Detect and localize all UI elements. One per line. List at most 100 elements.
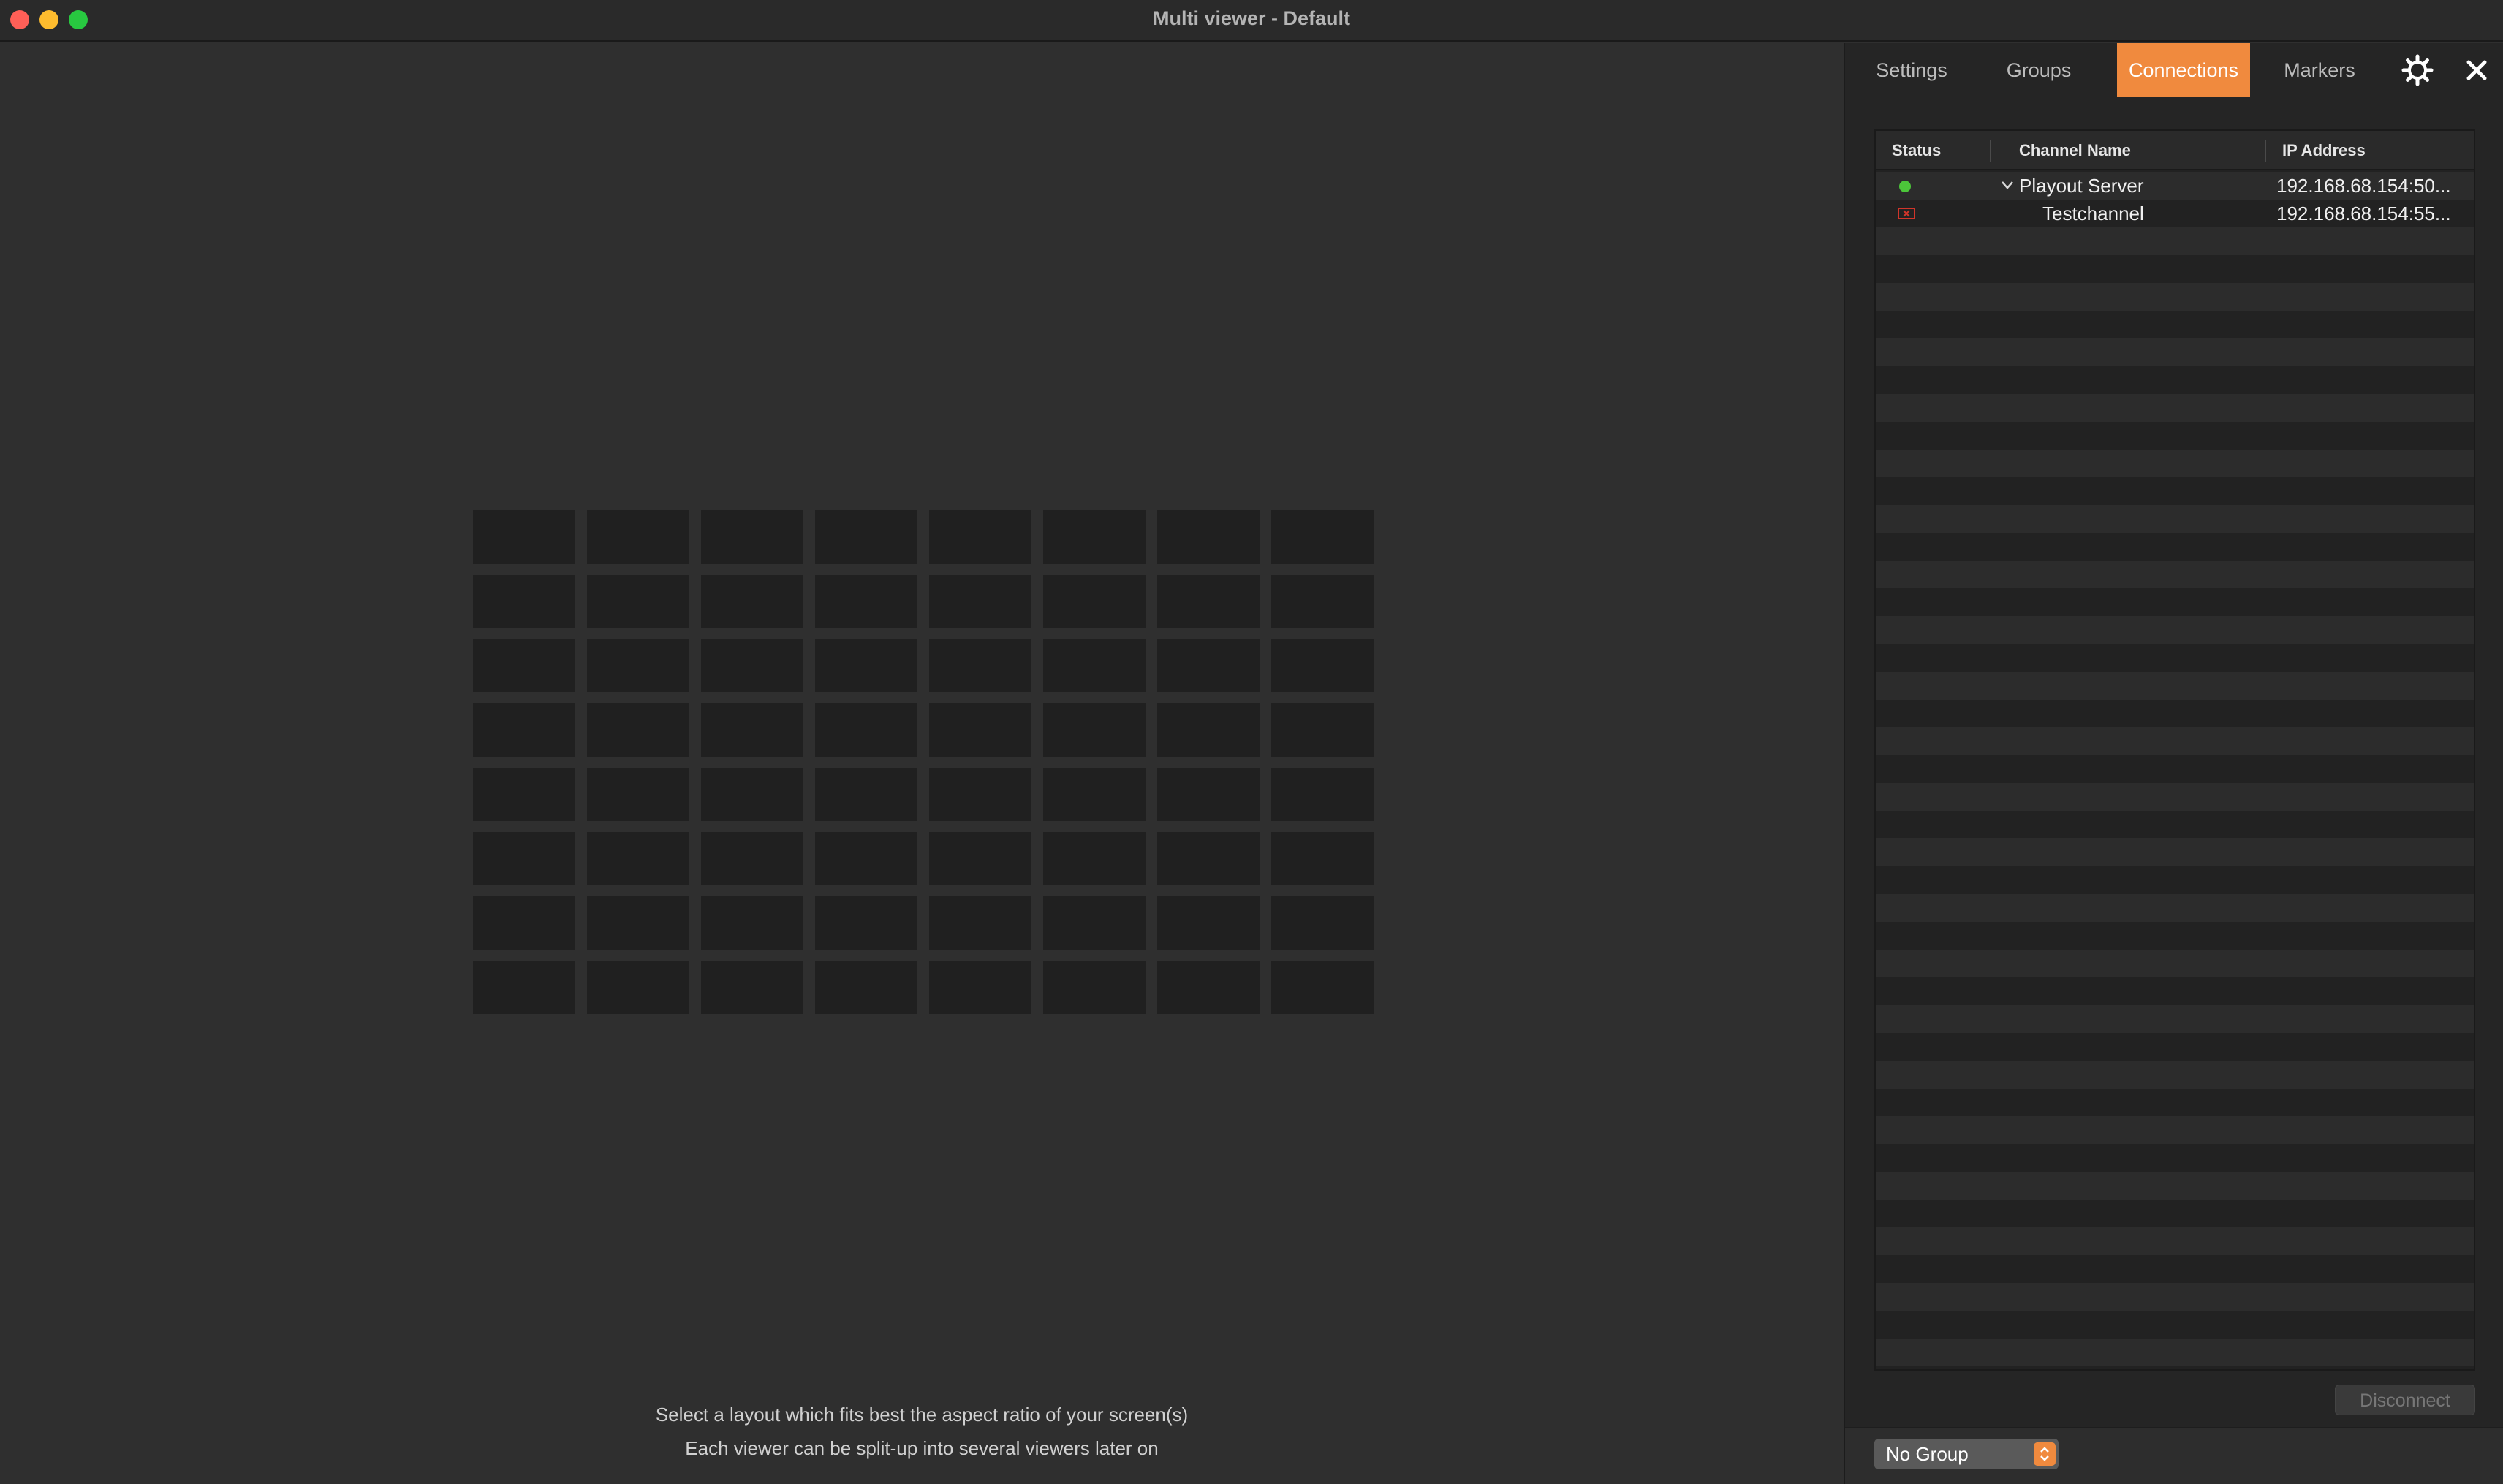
column-divider[interactable] [2474, 140, 2475, 162]
layout-grid-cell[interactable] [473, 510, 575, 564]
channel-name: Playout Server [2019, 175, 2144, 197]
layout-hint-line-2: Each viewer can be split-up into several… [685, 1437, 1159, 1459]
table-body [1876, 172, 2474, 1369]
layout-grid-cell[interactable] [1157, 575, 1260, 628]
layout-grid[interactable] [473, 510, 1374, 1014]
layout-grid-cell[interactable] [1271, 896, 1374, 950]
layout-grid-cell[interactable] [587, 961, 689, 1014]
layout-grid-cell[interactable] [815, 832, 917, 885]
layout-grid-cell[interactable] [929, 832, 1031, 885]
multi-viewer-window: Multi viewer - Default Select a layout w… [0, 0, 2503, 1484]
status-error-icon [1898, 208, 1915, 219]
layout-hint-line-1: Select a layout which fits best the aspe… [655, 1404, 1189, 1426]
column-header-channel-name[interactable]: Channel Name [2019, 131, 2131, 170]
tab-groups[interactable]: Groups [1981, 43, 2097, 97]
layout-grid-cell[interactable] [701, 575, 803, 628]
layout-grid-cell[interactable] [815, 961, 917, 1014]
layout-grid-cell[interactable] [1157, 961, 1260, 1014]
status-connected-icon [1899, 181, 1911, 192]
layout-grid-cell[interactable] [587, 703, 689, 757]
table-row[interactable]: Playout Server 192.168.68.154:50... [1876, 172, 2474, 200]
layout-grid-cell[interactable] [815, 575, 917, 628]
layout-grid-cell[interactable] [587, 832, 689, 885]
layout-grid-cell[interactable] [1043, 639, 1146, 692]
table-header: Status Channel Name IP Address [1876, 131, 2474, 170]
layout-grid-cell[interactable] [1271, 510, 1374, 564]
layout-grid-cell[interactable] [1157, 896, 1260, 950]
layout-grid-cell[interactable] [1157, 768, 1260, 821]
tab-connections[interactable]: Connections [2117, 43, 2250, 97]
column-header-status[interactable]: Status [1892, 131, 1941, 170]
column-header-ip-address[interactable]: IP Address [2282, 131, 2366, 170]
group-select[interactable]: No Group [1874, 1439, 2059, 1469]
layout-grid-cell[interactable] [1043, 768, 1146, 821]
layout-grid-cell[interactable] [473, 575, 575, 628]
layout-grid-cell[interactable] [815, 703, 917, 757]
group-select-value: No Group [1886, 1443, 1969, 1465]
layout-grid-cell[interactable] [1271, 832, 1374, 885]
layout-grid-cell[interactable] [1271, 961, 1374, 1014]
layout-grid-cell[interactable] [1043, 832, 1146, 885]
layout-grid-cell[interactable] [473, 961, 575, 1014]
window-title: Multi viewer - Default [1152, 7, 1351, 29]
column-divider[interactable] [2265, 140, 2266, 162]
layout-grid-cell[interactable] [701, 639, 803, 692]
connections-table: Status Channel Name IP Address Playout S… [1874, 129, 2475, 1371]
layout-grid-cell[interactable] [587, 575, 689, 628]
layout-grid-cell[interactable] [473, 768, 575, 821]
layout-grid-cell[interactable] [701, 896, 803, 950]
ip-address: 192.168.68.154:50... [2276, 175, 2451, 197]
layout-grid-cell[interactable] [929, 768, 1031, 821]
layout-grid-cell[interactable] [815, 768, 917, 821]
layout-grid-cell[interactable] [1157, 832, 1260, 885]
layout-grid-cell[interactable] [1043, 896, 1146, 950]
gear-icon[interactable] [2401, 53, 2434, 87]
layout-grid-cell[interactable] [1271, 768, 1374, 821]
layout-grid-cell[interactable] [473, 703, 575, 757]
layout-grid-cell[interactable] [473, 896, 575, 950]
layout-grid-cell[interactable] [1043, 510, 1146, 564]
layout-grid-cell[interactable] [929, 510, 1031, 564]
tab-markers[interactable]: Markers [2262, 43, 2377, 97]
layout-grid-cell[interactable] [1157, 703, 1260, 757]
layout-grid-cell[interactable] [701, 703, 803, 757]
table-row[interactable]: Testchannel 192.168.68.154:55... [1876, 200, 2474, 227]
layout-grid-cell[interactable] [1043, 703, 1146, 757]
layout-grid-cell[interactable] [473, 639, 575, 692]
side-panel: Settings Groups Connections Markers Stat… [1844, 43, 2503, 1484]
tab-settings[interactable]: Settings [1854, 43, 1969, 97]
layout-grid-cell[interactable] [815, 510, 917, 564]
layout-grid-cell[interactable] [929, 961, 1031, 1014]
title-bar: Multi viewer - Default [0, 0, 2503, 42]
select-stepper-icon[interactable] [2034, 1442, 2056, 1466]
channel-name: Testchannel [2042, 202, 2144, 224]
layout-grid-cell[interactable] [1157, 510, 1260, 564]
layout-grid-cell[interactable] [815, 896, 917, 950]
chevron-down-icon[interactable] [1999, 175, 2016, 195]
layout-grid-cell[interactable] [1043, 961, 1146, 1014]
layout-selection-area: Select a layout which fits best the aspe… [0, 43, 1844, 1484]
layout-grid-cell[interactable] [587, 768, 689, 821]
layout-grid-cell[interactable] [929, 639, 1031, 692]
layout-grid-cell[interactable] [587, 896, 689, 950]
layout-grid-cell[interactable] [929, 896, 1031, 950]
layout-grid-cell[interactable] [473, 832, 575, 885]
layout-grid-cell[interactable] [929, 575, 1031, 628]
layout-grid-cell[interactable] [1157, 639, 1260, 692]
layout-grid-cell[interactable] [701, 832, 803, 885]
layout-grid-cell[interactable] [701, 768, 803, 821]
layout-grid-cell[interactable] [929, 703, 1031, 757]
close-icon[interactable] [2461, 55, 2492, 86]
layout-grid-cell[interactable] [701, 510, 803, 564]
ip-address: 192.168.68.154:55... [2276, 202, 2451, 224]
layout-grid-cell[interactable] [587, 639, 689, 692]
column-divider[interactable] [1990, 140, 1991, 162]
disconnect-button[interactable]: Disconnect [2335, 1385, 2475, 1415]
layout-grid-cell[interactable] [1271, 639, 1374, 692]
layout-grid-cell[interactable] [1043, 575, 1146, 628]
layout-grid-cell[interactable] [1271, 703, 1374, 757]
layout-grid-cell[interactable] [587, 510, 689, 564]
layout-grid-cell[interactable] [815, 639, 917, 692]
layout-grid-cell[interactable] [1271, 575, 1374, 628]
layout-grid-cell[interactable] [701, 961, 803, 1014]
